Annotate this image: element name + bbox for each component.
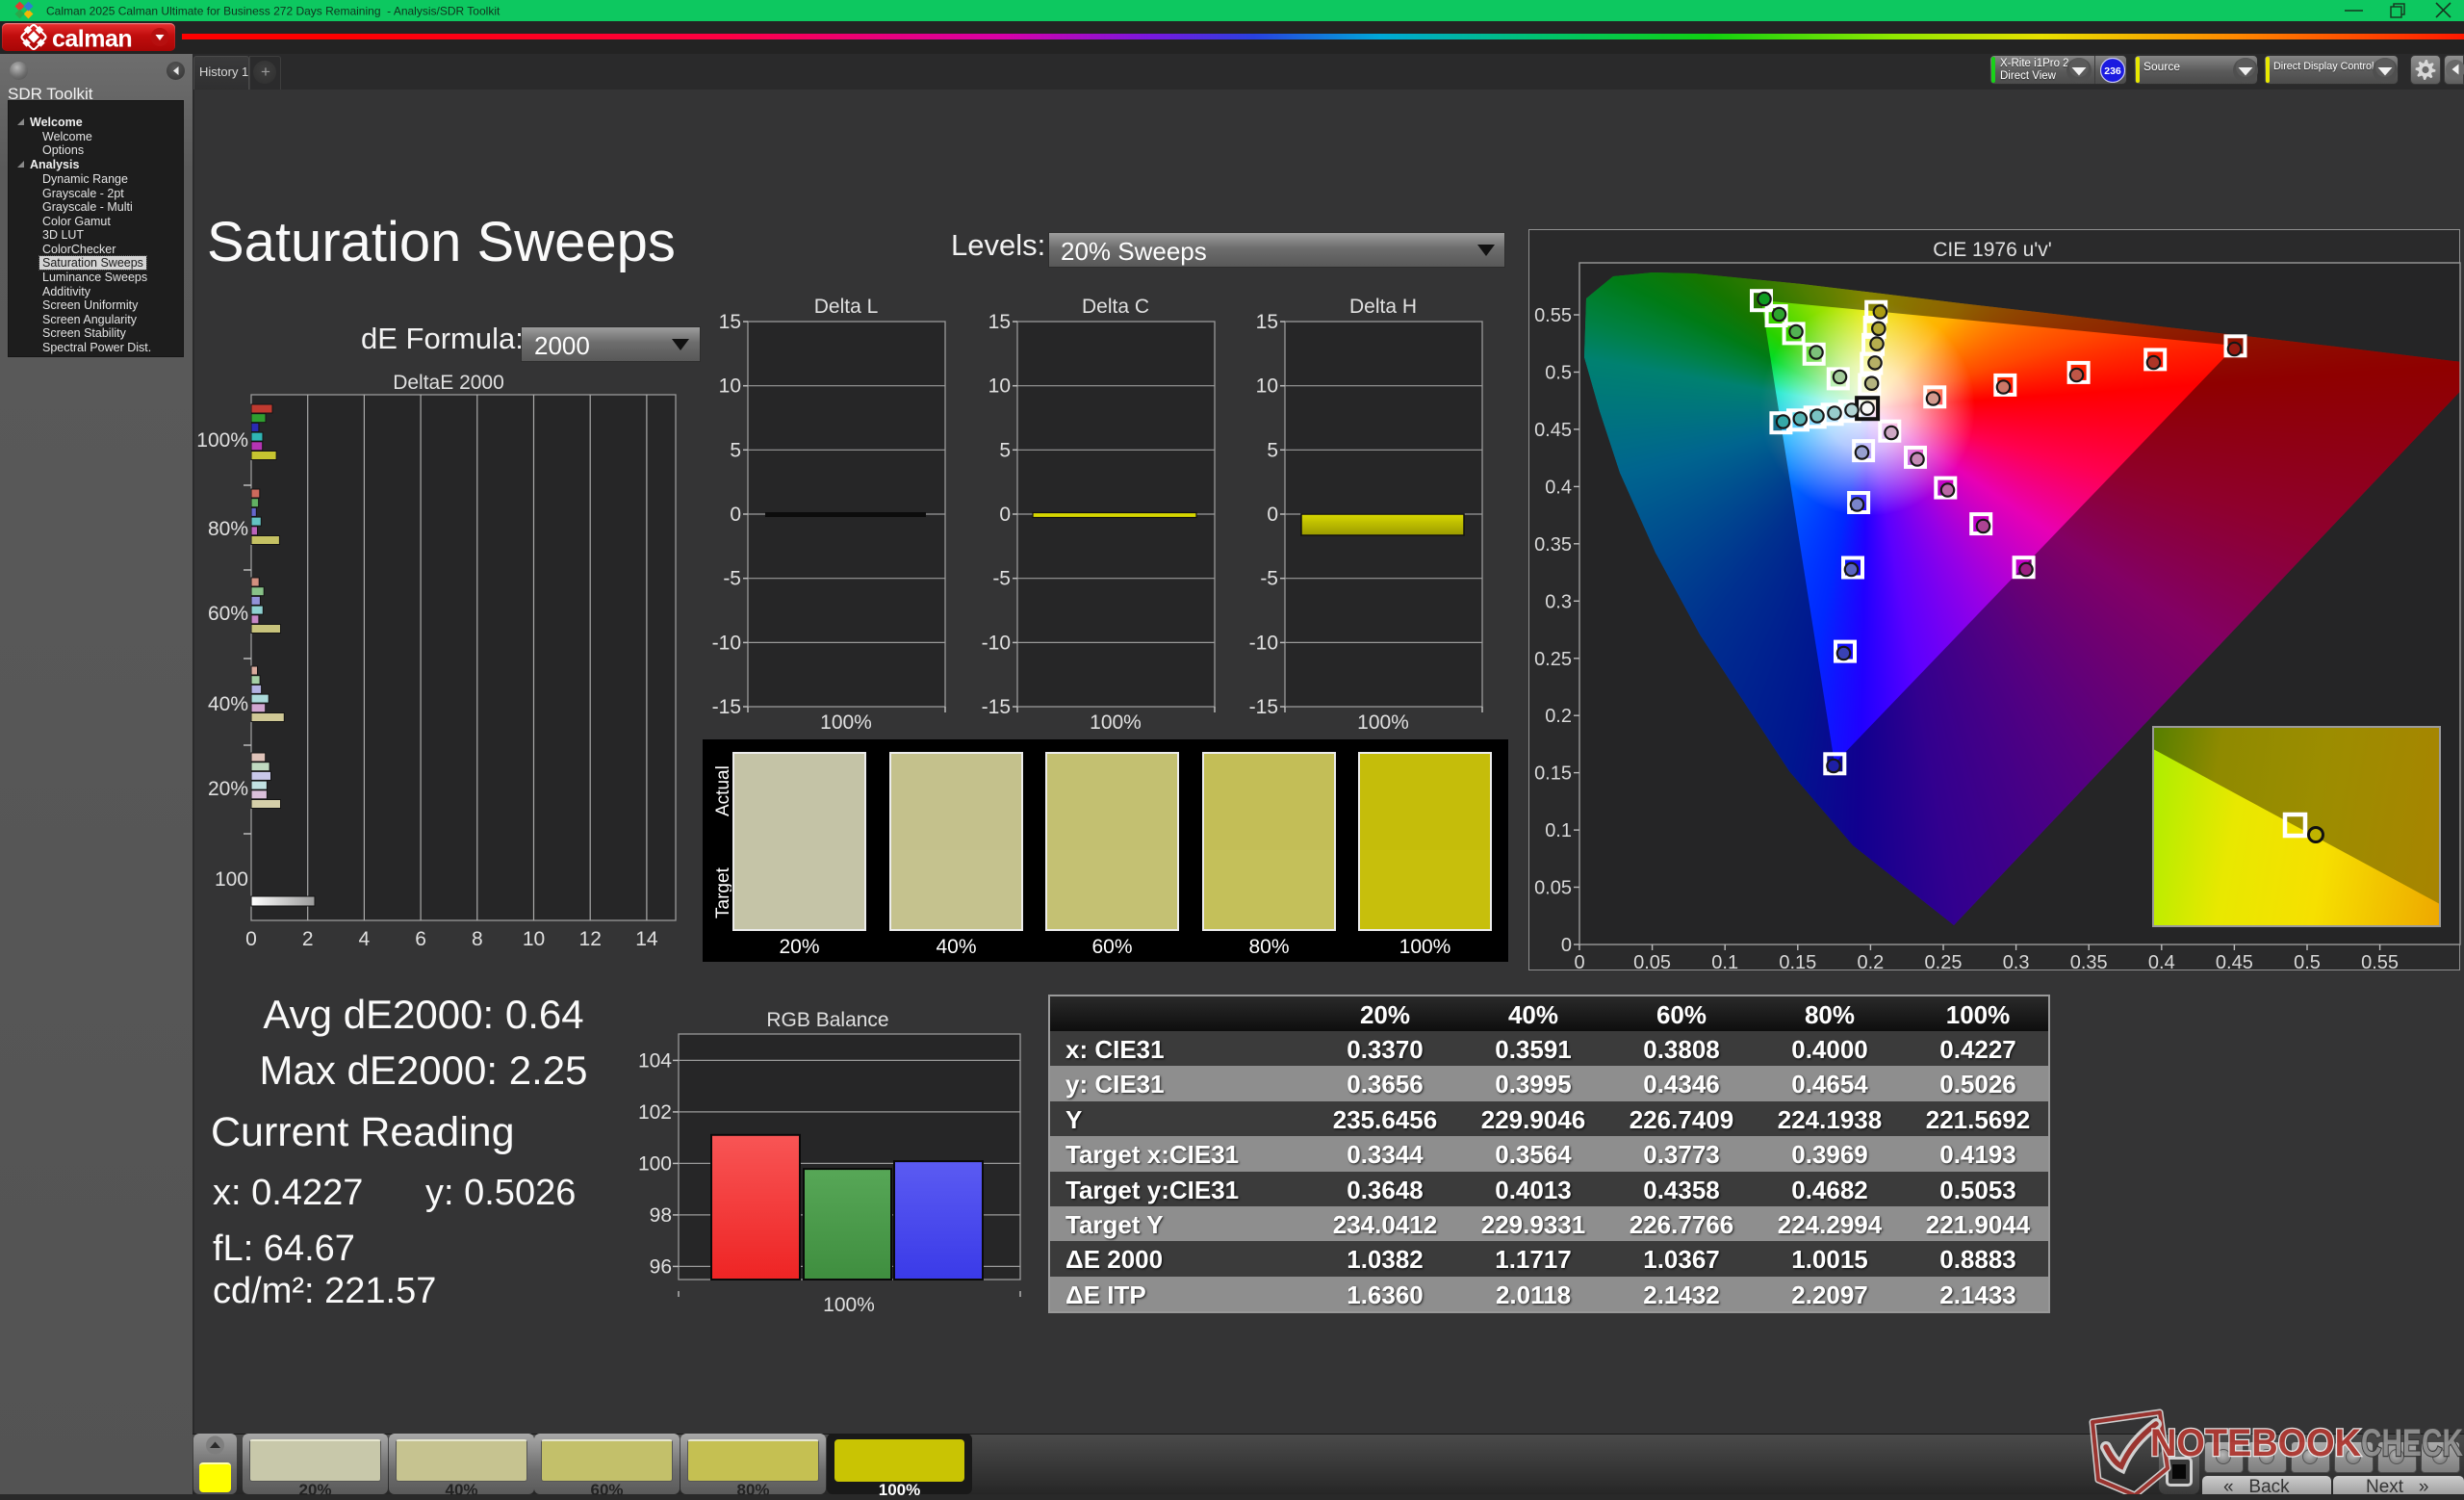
svg-text:0.4: 0.4 — [2148, 952, 2175, 970]
svg-text:100: 100 — [215, 868, 248, 891]
svg-text:6: 6 — [415, 928, 426, 950]
svg-text:Target: Target — [713, 866, 732, 918]
svg-text:0.05: 0.05 — [1534, 878, 1572, 899]
svg-text:0: 0 — [1267, 504, 1278, 526]
svg-text:15: 15 — [1256, 311, 1278, 333]
svg-text:-10: -10 — [982, 632, 1011, 654]
svg-text:20%: 20% — [208, 778, 248, 800]
svg-text:60%: 60% — [208, 603, 248, 625]
svg-text:0.1: 0.1 — [1711, 952, 1738, 970]
svg-text:0.5: 0.5 — [2294, 952, 2321, 970]
svg-text:0.5: 0.5 — [1545, 363, 1572, 384]
svg-text:-10: -10 — [712, 632, 741, 654]
svg-text:12: 12 — [579, 928, 602, 950]
svg-text:0.55: 0.55 — [2361, 952, 2399, 970]
svg-text:100: 100 — [638, 1152, 672, 1175]
svg-text:0.3: 0.3 — [2003, 952, 2030, 970]
svg-text:Actual: Actual — [713, 765, 732, 816]
svg-text:100%: 100% — [196, 429, 248, 452]
svg-text:0.25: 0.25 — [1534, 649, 1572, 670]
svg-text:10: 10 — [719, 375, 741, 398]
svg-text:0: 0 — [1561, 935, 1572, 956]
svg-text:80%: 80% — [208, 518, 248, 540]
svg-text:0.3: 0.3 — [1545, 591, 1572, 612]
svg-text:100%: 100% — [823, 1294, 875, 1316]
svg-text:NOTEBOOK: NOTEBOOK — [2150, 1422, 2361, 1464]
svg-text:0.1: 0.1 — [1545, 820, 1572, 841]
svg-text:Calman 2025 Calman Ultimate fo: Calman 2025 Calman Ultimate for Business… — [46, 5, 500, 18]
svg-text:Delta C: Delta C — [1082, 296, 1149, 318]
svg-text:0.35: 0.35 — [2070, 952, 2108, 970]
svg-text:98: 98 — [650, 1204, 672, 1227]
svg-text:0.2: 0.2 — [1857, 952, 1884, 970]
svg-text:4: 4 — [359, 928, 371, 950]
svg-text:2: 2 — [302, 928, 314, 950]
svg-text:100%: 100% — [1357, 711, 1409, 734]
svg-text:102: 102 — [638, 1101, 672, 1124]
svg-text:0.15: 0.15 — [1534, 763, 1572, 785]
svg-text:-5: -5 — [992, 568, 1011, 590]
svg-text:15: 15 — [988, 311, 1011, 333]
svg-text:calman: calman — [52, 26, 132, 52]
svg-text:-5: -5 — [1260, 568, 1278, 590]
svg-text:-5: -5 — [723, 568, 741, 590]
svg-text:104: 104 — [638, 1049, 672, 1072]
svg-text:-15: -15 — [1249, 696, 1278, 718]
svg-text:Delta L: Delta L — [814, 296, 879, 318]
svg-text:0.35: 0.35 — [1534, 534, 1572, 556]
svg-text:-15: -15 — [982, 696, 1011, 718]
svg-text:-10: -10 — [1249, 632, 1278, 654]
svg-text:-15: -15 — [712, 696, 741, 718]
svg-text:CHECK: CHECK — [2361, 1422, 2463, 1464]
svg-text:DeltaE 2000: DeltaE 2000 — [393, 372, 504, 394]
svg-text:0: 0 — [1574, 952, 1584, 970]
svg-text:10: 10 — [523, 928, 545, 950]
svg-text:15: 15 — [719, 311, 741, 333]
svg-text:5: 5 — [730, 439, 741, 461]
svg-text:40%: 40% — [208, 693, 248, 715]
svg-text:0: 0 — [999, 504, 1011, 526]
svg-text:10: 10 — [1256, 375, 1278, 398]
svg-text:0.45: 0.45 — [1534, 420, 1572, 441]
svg-text:0.55: 0.55 — [1534, 305, 1572, 326]
svg-text:0.05: 0.05 — [1633, 952, 1671, 970]
svg-text:0.45: 0.45 — [2216, 952, 2253, 970]
svg-text:96: 96 — [650, 1255, 672, 1278]
svg-text:0.4: 0.4 — [1545, 477, 1572, 498]
svg-text:8: 8 — [472, 928, 483, 950]
svg-text:5: 5 — [999, 439, 1011, 461]
svg-text:0: 0 — [730, 504, 741, 526]
svg-text:0: 0 — [245, 928, 257, 950]
svg-text:0.25: 0.25 — [1925, 952, 1963, 970]
svg-text:CIE 1976 u'v': CIE 1976 u'v' — [1933, 239, 2052, 261]
svg-text:Delta H: Delta H — [1349, 296, 1417, 318]
svg-text:0.15: 0.15 — [1779, 952, 1816, 970]
svg-text:0.2: 0.2 — [1545, 706, 1572, 727]
svg-text:14: 14 — [635, 928, 658, 950]
svg-text:5: 5 — [1267, 439, 1278, 461]
svg-text:236: 236 — [2104, 65, 2121, 77]
svg-text:100%: 100% — [1090, 711, 1142, 734]
svg-text:RGB Balance: RGB Balance — [766, 1009, 888, 1031]
svg-text:100%: 100% — [820, 711, 872, 734]
svg-text:10: 10 — [988, 375, 1011, 398]
